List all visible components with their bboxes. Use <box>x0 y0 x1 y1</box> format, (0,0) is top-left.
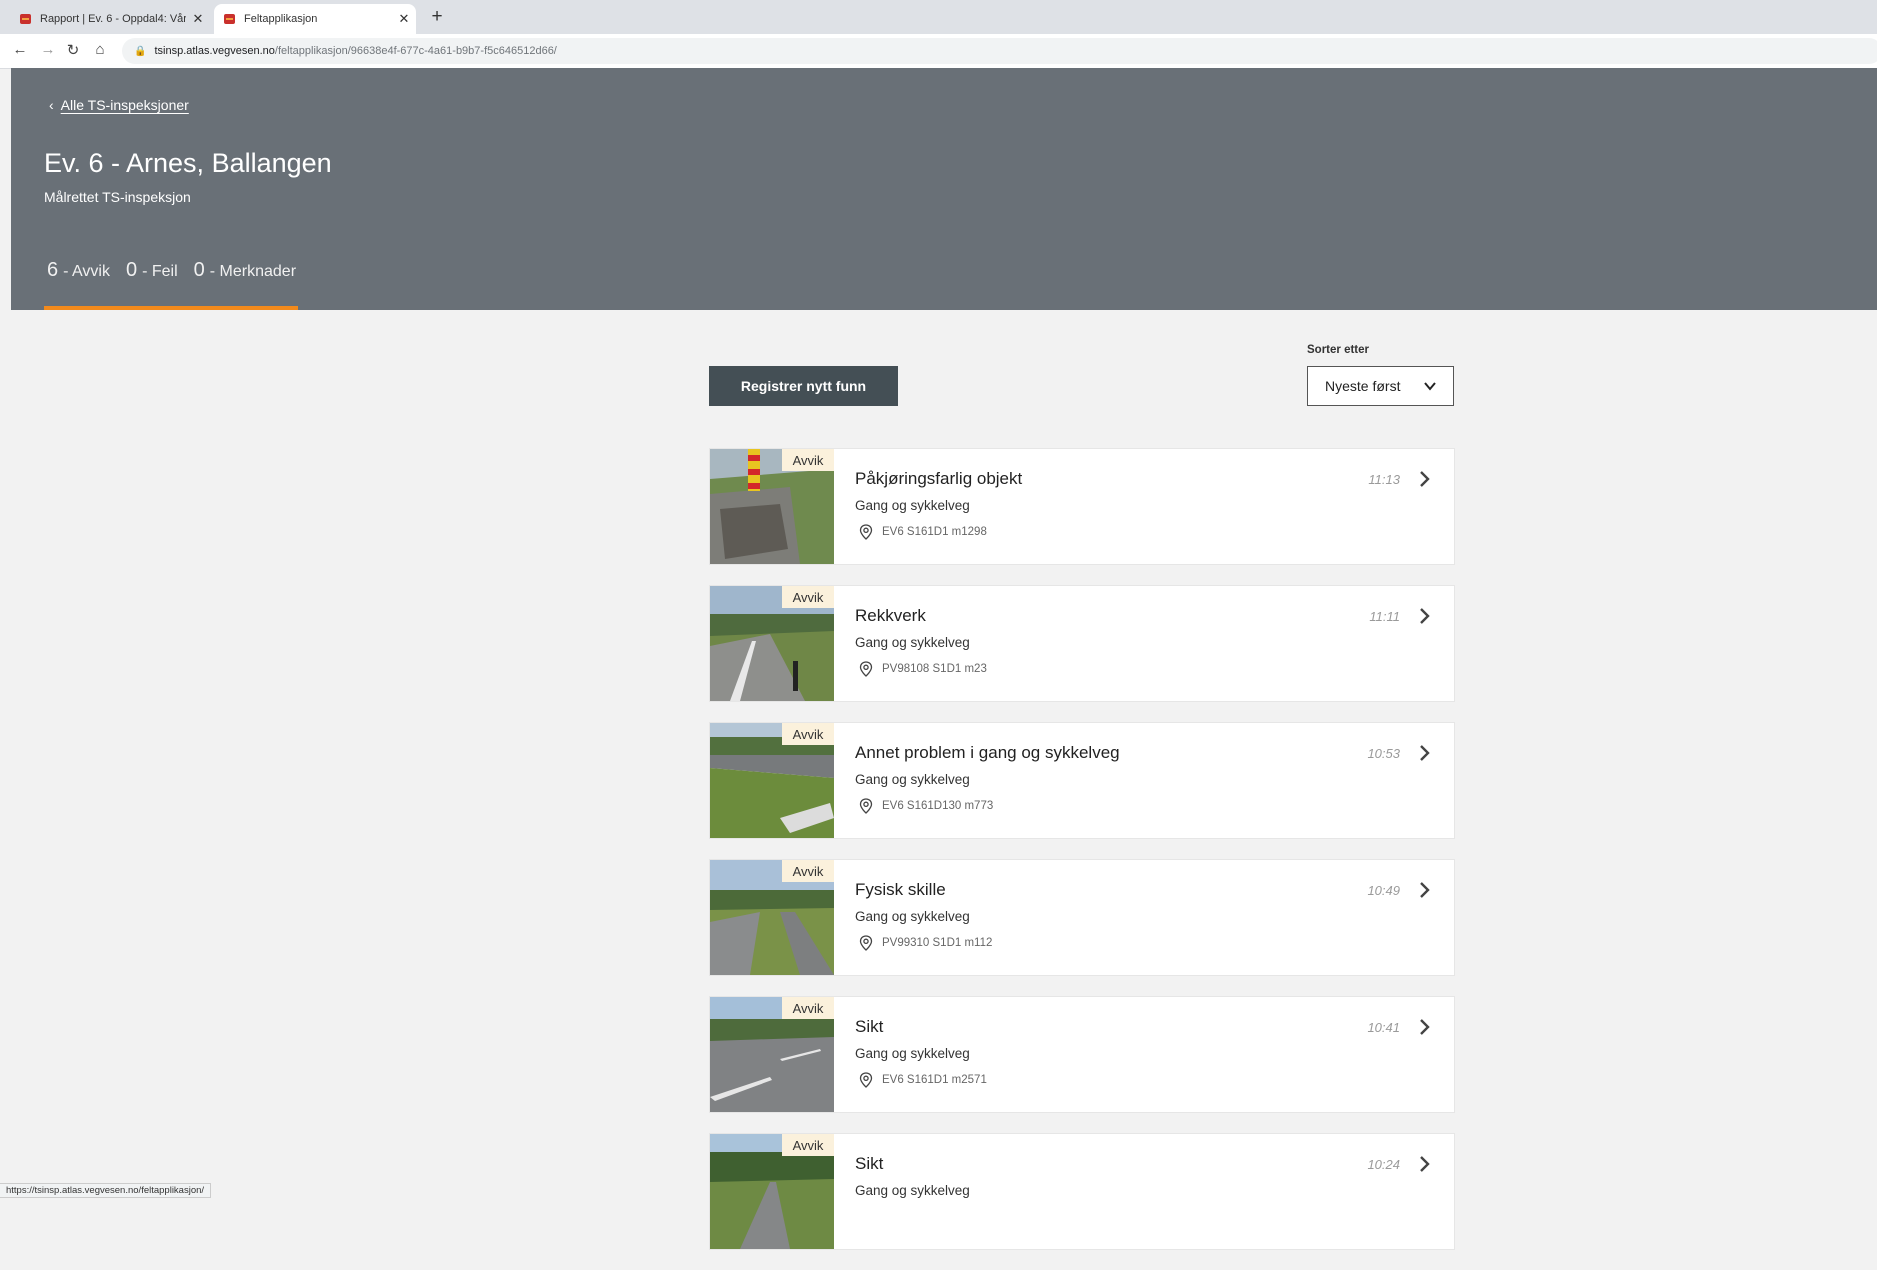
finding-photo: Avvik <box>710 1134 834 1249</box>
inspection-header: ‹ Alle TS-inspeksjoner Ev. 6 - Arnes, Ba… <box>11 68 1877 310</box>
url-path: /feltapplikasjon/96638e4f-677c-4a61-b9b7… <box>274 45 557 57</box>
lock-icon: 🔒 <box>134 45 147 57</box>
chevron-right-icon[interactable] <box>1418 607 1430 625</box>
browser-tab-feltapplikasjon[interactable]: Feltapplikasjon ✕ <box>214 4 416 34</box>
browser-toolbar: ← → ↻ ⌂ 🔒 tsinsp.atlas.vegvesen.no/felta… <box>0 34 1877 69</box>
finding-location: EV6 S161D130 m773 <box>859 798 993 814</box>
findings-list: Avvik Påkjøringsfarlig objekt Gang og sy… <box>709 448 1455 1270</box>
finding-photo: Avvik <box>710 449 834 564</box>
finding-type-badge: Avvik <box>782 586 834 608</box>
finding-time: 11:13 <box>1368 472 1400 487</box>
chevron-right-icon[interactable] <box>1418 1155 1430 1173</box>
finding-photo: Avvik <box>710 723 834 838</box>
sort-select[interactable]: Nyeste først <box>1307 366 1454 406</box>
finding-category: Gang og sykkelveg <box>855 498 970 513</box>
browser-tab-rapport[interactable]: Rapport | Ev. 6 - Oppdal4: Vårst ✕ <box>10 4 210 34</box>
finding-location-text: PV98108 S1D1 m23 <box>882 663 987 675</box>
new-tab-plus-icon[interactable]: + <box>426 6 448 28</box>
back-link-label: Alle TS-inspeksjoner <box>60 97 189 113</box>
chevron-down-icon <box>1424 382 1436 391</box>
finding-location: PV98108 S1D1 m23 <box>859 661 987 677</box>
finding-category: Gang og sykkelveg <box>855 1046 970 1061</box>
finding-title: Sikt <box>855 1017 884 1036</box>
chevron-right-icon[interactable] <box>1418 744 1430 762</box>
finding-card[interactable]: Avvik Rekkverk Gang og sykkelveg PV98108… <box>709 585 1455 702</box>
finding-location: PV99310 S1D1 m112 <box>859 935 992 951</box>
finding-time: 10:24 <box>1367 1157 1400 1172</box>
finding-type-badge: Avvik <box>782 860 834 882</box>
chevron-right-icon[interactable] <box>1418 470 1430 488</box>
finding-time: 11:11 <box>1369 609 1400 624</box>
finding-type-badge: Avvik <box>782 723 834 745</box>
finding-card[interactable]: Avvik Påkjøringsfarlig objekt Gang og sy… <box>709 448 1455 565</box>
finding-location-text: PV99310 S1D1 m112 <box>882 937 993 949</box>
finding-title: Fysisk skille <box>855 880 946 899</box>
finding-photo: Avvik <box>710 997 834 1112</box>
location-pin-icon <box>859 661 873 677</box>
count-avvik[interactable]: 6- Avvik <box>47 259 110 282</box>
location-pin-icon <box>859 798 873 814</box>
finding-card[interactable]: Avvik Sikt Gang og sykkelveg 10:24 <box>709 1133 1455 1250</box>
finding-time: 10:49 <box>1367 883 1400 898</box>
location-pin-icon <box>859 1072 873 1088</box>
finding-type-badge: Avvik <box>782 449 834 471</box>
finding-title: Annet problem i gang og sykkelveg <box>855 743 1120 762</box>
finding-location-text: EV6 S161D1 m1298 <box>882 526 987 538</box>
tab-title: Feltapplikasjon <box>244 13 318 25</box>
finding-type-badge: Avvik <box>782 1134 834 1156</box>
finding-category: Gang og sykkelveg <box>855 635 970 650</box>
finding-photo: Avvik <box>710 860 834 975</box>
finding-title: Påkjøringsfarlig objekt <box>855 469 1023 488</box>
home-icon[interactable]: ⌂ <box>90 41 110 58</box>
chevron-left-icon: ‹ <box>49 97 54 113</box>
chevron-right-icon[interactable] <box>1418 881 1430 899</box>
finding-card[interactable]: Avvik Fysisk skille Gang og sykkelveg PV… <box>709 859 1455 976</box>
counts-active-underline <box>44 306 298 310</box>
finding-category: Gang og sykkelveg <box>855 772 970 787</box>
url-host: tsinsp.atlas.vegvesen.no <box>154 45 275 57</box>
sort-label: Sorter etter <box>1307 344 1369 356</box>
finding-category: Gang og sykkelveg <box>855 909 970 924</box>
finding-card[interactable]: Avvik Annet problem i gang og sykkelveg … <box>709 722 1455 839</box>
close-tab-icon[interactable]: ✕ <box>392 11 416 27</box>
close-tab-icon[interactable]: ✕ <box>186 11 210 27</box>
finding-location-text: EV6 S161D130 m773 <box>882 800 994 812</box>
sort-value: Nyeste først <box>1325 378 1401 394</box>
finding-title: Sikt <box>855 1154 884 1173</box>
chevron-right-icon[interactable] <box>1418 1018 1430 1036</box>
finding-time: 10:53 <box>1367 746 1400 761</box>
finding-location: EV6 S161D1 m2571 <box>859 1072 987 1088</box>
finding-type-badge: Avvik <box>782 997 834 1019</box>
finding-counts: 6- Avvik 0- Feil 0- Merknader <box>47 259 312 282</box>
count-merknader[interactable]: 0- Merknader <box>194 259 296 282</box>
finding-title: Rekkverk <box>855 606 926 625</box>
finding-photo: Avvik <box>710 586 834 701</box>
finding-location-text: EV6 S161D1 m2571 <box>882 1074 987 1086</box>
page-subtitle: Målrettet TS-inspeksjon <box>44 189 191 205</box>
location-pin-icon <box>859 935 873 951</box>
forward-arrow-icon[interactable]: → <box>38 41 58 58</box>
finding-location: EV6 S161D1 m1298 <box>859 524 987 540</box>
finding-time: 10:41 <box>1367 1020 1400 1035</box>
back-link[interactable]: ‹ Alle TS-inspeksjoner <box>49 97 189 113</box>
page-title: Ev. 6 - Arnes, Ballangen <box>44 148 332 178</box>
register-new-finding-button[interactable]: Registrer nytt funn <box>709 366 898 406</box>
count-feil[interactable]: 0- Feil <box>126 259 178 282</box>
browser-tab-strip: Rapport | Ev. 6 - Oppdal4: Vårst ✕ Felta… <box>0 0 1877 34</box>
address-bar[interactable]: 🔒 tsinsp.atlas.vegvesen.no/feltapplikasj… <box>122 38 1877 64</box>
finding-card[interactable]: Avvik Sikt Gang og sykkelveg EV6 S161D1 … <box>709 996 1455 1113</box>
site-favicon-icon <box>224 14 235 24</box>
location-pin-icon <box>859 524 873 540</box>
tab-title: Rapport | Ev. 6 - Oppdal4: Vårst <box>40 13 186 25</box>
reload-icon[interactable]: ↻ <box>63 41 83 59</box>
site-favicon-icon <box>20 14 31 24</box>
back-arrow-icon[interactable]: ← <box>10 41 30 58</box>
